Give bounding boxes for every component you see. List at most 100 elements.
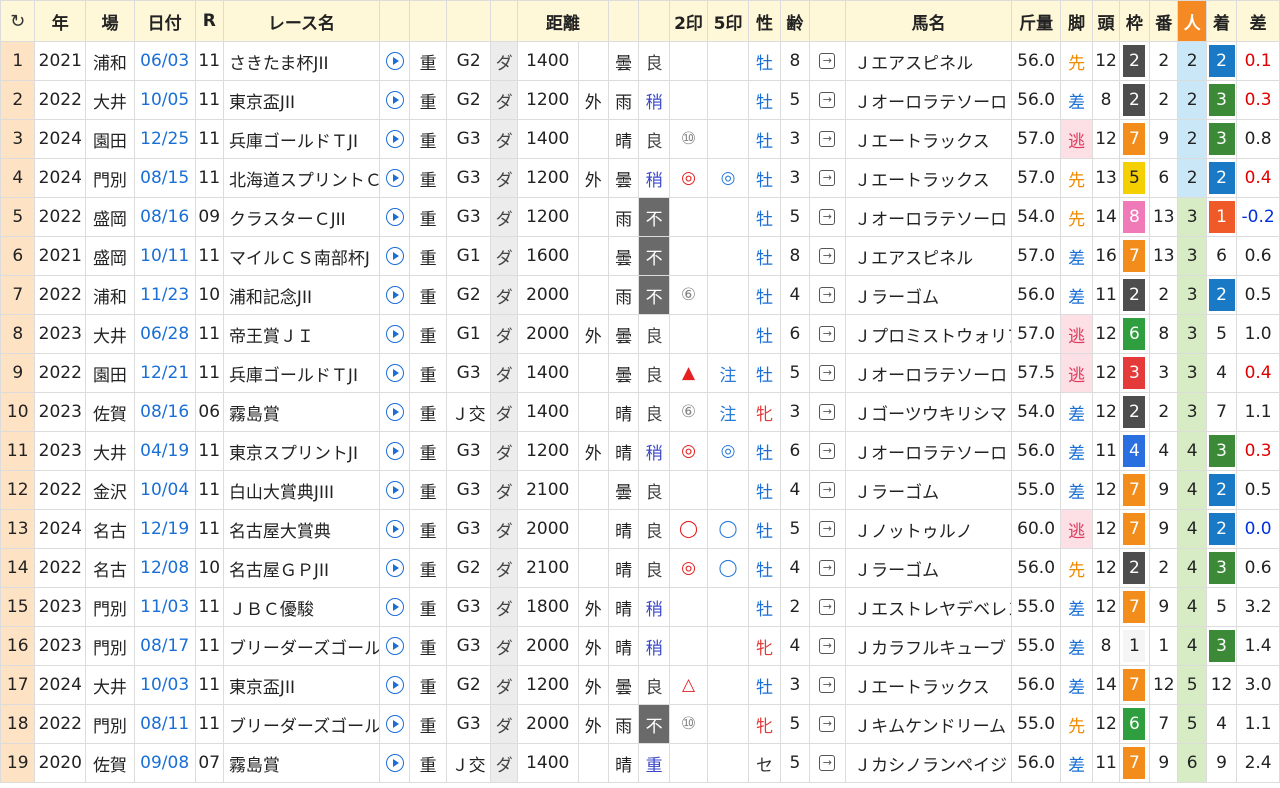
arrow-cell[interactable]: →	[808, 665, 847, 705]
header-style[interactable]: 脚	[1059, 0, 1094, 42]
play-icon[interactable]	[385, 754, 404, 772]
play-icon[interactable]	[385, 598, 404, 616]
play-cell[interactable]	[378, 80, 411, 120]
play-icon[interactable]	[385, 364, 404, 382]
arrow-cell[interactable]: →	[808, 431, 847, 471]
header-distance[interactable]: 距離	[516, 0, 609, 42]
horse-name-cell[interactable]: Ｊゴーツウキリシマ	[845, 392, 1013, 432]
header-year[interactable]: 年	[34, 0, 87, 42]
race-name-cell[interactable]: クラスターＣJII	[222, 197, 381, 237]
table-row[interactable]: 9 2022 園田 12/21 11 兵庫ゴールドＴJI 重 G3 ダ 1400 曇良 ▲ 注牡 5 → Ｊオ…	[0, 353, 1280, 393]
table-row[interactable]: 16 2023 門別 08/17 11 ブリーダーズゴール重 G3 ダ 2000 外晴稍牝 4 → Ｊカ…	[0, 626, 1280, 666]
play-icon[interactable]	[385, 52, 404, 70]
play-cell[interactable]	[378, 197, 411, 237]
arrow-cell[interactable]: →	[808, 119, 847, 159]
open-arrow-icon[interactable]: →	[819, 209, 836, 225]
horse-name-cell[interactable]: Ｊオーロラテソーロ	[845, 353, 1013, 393]
date-link[interactable]: 10/05	[133, 80, 196, 120]
date-link[interactable]: 10/04	[133, 470, 196, 510]
play-icon[interactable]	[385, 325, 404, 343]
play-icon[interactable]	[385, 286, 404, 304]
open-arrow-icon[interactable]: →	[819, 638, 836, 654]
play-icon[interactable]	[385, 442, 404, 460]
play-cell[interactable]	[378, 353, 411, 393]
header-heads[interactable]: 頭	[1092, 0, 1120, 42]
horse-name-cell[interactable]: Ｊカラフルキューブ	[845, 626, 1013, 666]
horse-name-cell[interactable]: Ｊカシノランペイジ	[845, 743, 1013, 783]
arrow-cell[interactable]: →	[808, 704, 847, 744]
play-cell[interactable]	[378, 470, 411, 510]
play-icon[interactable]	[385, 247, 404, 265]
table-row[interactable]: 18 2022 門別 08/11 11 ブリーダーズゴール重 G3 ダ 2000 外雨不 ⑩ 牝 5 → Ｊ…	[0, 704, 1280, 744]
date-link[interactable]: 12/21	[133, 353, 196, 393]
table-row[interactable]: 10 2023 佐賀 08/16 06 霧島賞重 Ｊ交ダ 1400 晴良 ⑥ 注牝 3 → Ｊゴーツウキリ…	[0, 392, 1280, 432]
race-name-cell[interactable]: 名古屋ＧＰJII	[222, 548, 381, 588]
horse-name-cell[interactable]: Ｊオーロラテソーロ	[845, 80, 1013, 120]
header-sex[interactable]: 性	[747, 0, 782, 42]
header-num[interactable]: 番	[1149, 0, 1179, 42]
arrow-cell[interactable]: →	[808, 314, 847, 354]
date-link[interactable]: 12/08	[133, 548, 196, 588]
race-name-cell[interactable]: 浦和記念JII	[222, 275, 381, 315]
date-link[interactable]: 11/03	[133, 587, 196, 627]
arrow-cell[interactable]: →	[808, 275, 847, 315]
header-diff[interactable]: 差	[1236, 0, 1280, 42]
race-name-cell[interactable]: ＪＢＣ優駿	[222, 587, 381, 627]
arrow-cell[interactable]: →	[808, 509, 847, 549]
horse-name-cell[interactable]: Ｊエートラックス	[845, 665, 1013, 705]
play-cell[interactable]	[378, 626, 411, 666]
play-cell[interactable]	[378, 431, 411, 471]
open-arrow-icon[interactable]: →	[819, 287, 836, 303]
race-name-cell[interactable]: 名古屋大賞典	[222, 509, 381, 549]
race-name-cell[interactable]: 兵庫ゴールドＴJI	[222, 119, 381, 159]
header-pop[interactable]: 人	[1177, 0, 1207, 42]
horse-name-cell[interactable]: Ｊエートラックス	[845, 158, 1013, 198]
play-icon[interactable]	[385, 91, 404, 109]
race-name-cell[interactable]: 北海道スプリントＣ	[222, 158, 381, 198]
open-arrow-icon[interactable]: →	[819, 677, 836, 693]
open-arrow-icon[interactable]: →	[819, 131, 836, 147]
play-icon[interactable]	[385, 208, 404, 226]
date-link[interactable]: 08/17	[133, 626, 196, 666]
play-cell[interactable]	[378, 548, 411, 588]
date-link[interactable]: 06/28	[133, 314, 196, 354]
horse-name-cell[interactable]: Ｊエアスピネル	[845, 41, 1013, 81]
race-name-cell[interactable]: 東京スプリントJI	[222, 431, 381, 471]
horse-name-cell[interactable]: Ｊエストレヤデベレン	[845, 587, 1013, 627]
play-cell[interactable]	[378, 587, 411, 627]
horse-name-cell[interactable]: Ｊプロミストウォリア	[845, 314, 1013, 354]
table-row[interactable]: 2 2022 大井 10/05 11 東京盃JII 重 G2 ダ 1200 外雨稍牡 5 → Ｊオーロラテ…	[0, 80, 1280, 120]
date-link[interactable]: 08/11	[133, 704, 196, 744]
play-cell[interactable]	[378, 275, 411, 315]
play-cell[interactable]	[378, 158, 411, 198]
play-cell[interactable]	[378, 41, 411, 81]
header-horse[interactable]: 馬名	[845, 0, 1013, 42]
play-icon[interactable]	[385, 130, 404, 148]
header-date[interactable]: 日付	[133, 0, 196, 42]
date-link[interactable]: 10/11	[133, 236, 196, 276]
arrow-cell[interactable]: →	[808, 41, 847, 81]
date-link[interactable]: 04/19	[133, 431, 196, 471]
open-arrow-icon[interactable]: →	[819, 443, 836, 459]
open-arrow-icon[interactable]: →	[819, 560, 836, 576]
play-cell[interactable]	[378, 119, 411, 159]
table-row[interactable]: 4 2024 門別 08/15 11 北海道スプリントＣ 重 G3 ダ 1200 外曇稍 ◎ ◎ 牡 3 → Ｊ…	[0, 158, 1280, 198]
play-icon[interactable]	[385, 520, 404, 538]
race-name-cell[interactable]: 東京盃JII	[222, 665, 381, 705]
open-arrow-icon[interactable]: →	[819, 482, 836, 498]
horse-name-cell[interactable]: Ｊエアスピネル	[845, 236, 1013, 276]
horse-name-cell[interactable]: Ｊキムケンドリーム	[845, 704, 1013, 744]
play-cell[interactable]	[378, 392, 411, 432]
table-row[interactable]: 19 2020 佐賀 09/08 07 霧島賞重 Ｊ交ダ 1400 晴重セ 5 → Ｊカシノランペイジ…	[0, 743, 1280, 783]
race-name-cell[interactable]: 東京盃JII	[222, 80, 381, 120]
horse-name-cell[interactable]: Ｊノットゥルノ	[845, 509, 1013, 549]
arrow-cell[interactable]: →	[808, 626, 847, 666]
horse-name-cell[interactable]: Ｊラーゴム	[845, 275, 1013, 315]
play-cell[interactable]	[378, 509, 411, 549]
table-row[interactable]: 7 2022 浦和 11/23 10 浦和記念JII 重 G2 ダ 2000 雨不 ⑥ 牡 4 → Ｊラーゴム…	[0, 275, 1280, 315]
table-row[interactable]: 3 2024 園田 12/25 11 兵庫ゴールドＴJI 重 G3 ダ 1400 晴良 ⑩ 牡 3 → Ｊエー…	[0, 119, 1280, 159]
play-icon[interactable]	[385, 637, 404, 655]
play-icon[interactable]	[385, 481, 404, 499]
table-row[interactable]: 12 2022 金沢 10/04 11 白山大賞典JIII 重 G3 ダ 2100 曇良牡 4 → Ｊラー…	[0, 470, 1280, 510]
open-arrow-icon[interactable]: →	[819, 599, 836, 615]
